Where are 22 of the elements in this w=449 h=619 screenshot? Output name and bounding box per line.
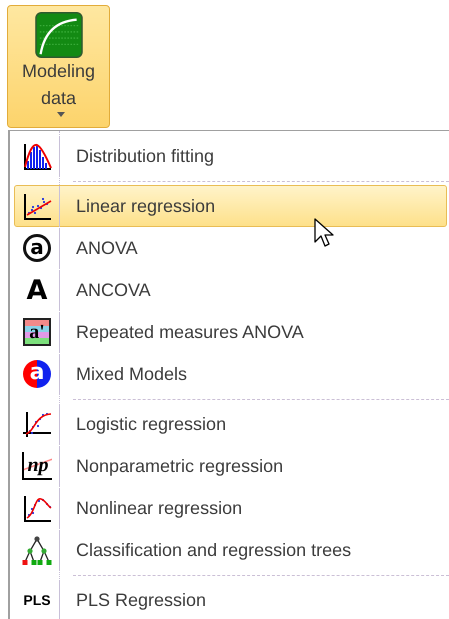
menu-item[interactable]: a' Repeated measures ANOVA bbox=[14, 311, 447, 353]
histogram-icon bbox=[21, 141, 53, 171]
letter-icon: A bbox=[23, 276, 51, 304]
circled-letter-icon: a bbox=[23, 234, 51, 262]
menu-item[interactable]: np Nonparametric regression bbox=[14, 445, 447, 487]
menu-item[interactable]: Linear regression bbox=[14, 185, 447, 227]
menu-item[interactable]: Classification and regression trees bbox=[14, 529, 447, 571]
scatter-line-icon bbox=[21, 191, 53, 221]
menu-item[interactable]: a ANOVA bbox=[14, 227, 447, 269]
s-curve-chart-icon bbox=[21, 409, 53, 439]
menu-item[interactable]: PLS PLS Regression bbox=[14, 579, 447, 619]
modeling-data-button[interactable]: Modeling data bbox=[7, 5, 110, 128]
pls-icon: PLS bbox=[21, 586, 53, 614]
menu-item[interactable]: A ANCOVA bbox=[14, 269, 447, 311]
np-chart-icon: np bbox=[22, 452, 52, 480]
menu-item[interactable]: Nonlinear regression bbox=[14, 487, 447, 529]
caret-icon bbox=[57, 112, 65, 117]
striped-letter-icon: a' bbox=[23, 318, 51, 346]
curve-chart-icon bbox=[21, 493, 53, 523]
tree-diagram-icon bbox=[21, 535, 53, 565]
menu-item[interactable]: Logistic regression bbox=[14, 403, 447, 445]
menu-item[interactable]: Distribution fitting bbox=[14, 135, 447, 177]
